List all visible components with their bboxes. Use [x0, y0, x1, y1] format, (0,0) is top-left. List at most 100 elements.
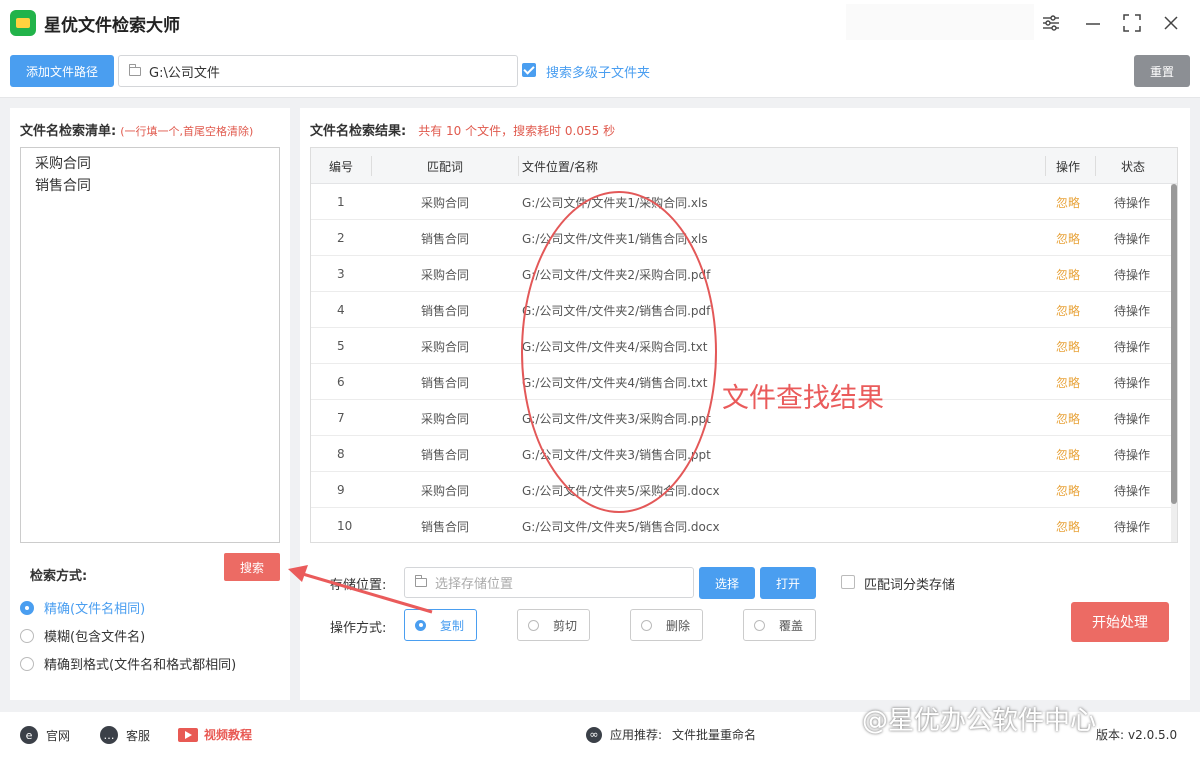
keyword-line: 销售合同: [35, 178, 91, 194]
subfolder-label[interactable]: 搜索多级子文件夹: [546, 62, 650, 81]
title-bar: 星优文件检索大师: [0, 0, 1200, 46]
row-id: 5: [337, 339, 345, 353]
watermark: @星优办公软件中心: [862, 706, 1097, 736]
row-keyword: 采购合同: [421, 411, 470, 426]
subfolder-checkbox[interactable]: [522, 63, 536, 77]
row-path: G:/公司文件/文件夹3/销售合同.ppt: [522, 447, 711, 462]
table-row[interactable]: 5 采购合同 G:/公司文件/文件夹4/采购合同.txt 忽略 待操作: [311, 328, 1177, 364]
search-button[interactable]: 搜索: [224, 553, 280, 581]
radio-icon: [20, 628, 34, 643]
row-status: 待操作: [1114, 339, 1151, 354]
video-icon: [178, 727, 198, 742]
column-header: 匹配词: [427, 159, 464, 174]
row-status: 待操作: [1114, 447, 1151, 462]
scrollbar-thumb[interactable]: [1171, 184, 1177, 504]
recommend-app-link[interactable]: 文件批量重命名: [672, 726, 756, 743]
row-status: 待操作: [1114, 267, 1151, 282]
open-storage-button[interactable]: 打开: [760, 567, 816, 599]
folder-icon: [129, 63, 141, 76]
results-summary: 共有 10 个文件，搜索耗时 0.055 秒: [418, 124, 616, 138]
reset-button[interactable]: 重置: [1134, 55, 1190, 87]
keyword-list-hint: (一行填一个,首尾空格清除): [120, 125, 254, 138]
row-ignore-action[interactable]: 忽略: [1056, 472, 1080, 508]
row-id: 10: [337, 519, 353, 533]
path-input[interactable]: G:\公司文件: [118, 55, 518, 87]
row-path: G:/公司文件/文件夹4/采购合同.txt: [522, 339, 708, 354]
operation-option-label: 删除: [666, 618, 691, 633]
add-path-button[interactable]: 添加文件路径: [10, 55, 114, 87]
link-icon: ∞: [586, 726, 602, 743]
row-path: G:/公司文件/文件夹1/采购合同.xls: [522, 195, 708, 210]
mode-option-fuzzy[interactable]: 模糊(包含文件名): [20, 626, 145, 645]
row-ignore-action[interactable]: 忽略: [1056, 184, 1080, 220]
row-status: 待操作: [1114, 483, 1151, 498]
row-keyword: 销售合同: [421, 375, 470, 390]
row-ignore-action[interactable]: 忽略: [1056, 436, 1080, 472]
row-ignore-action[interactable]: 忽略: [1056, 292, 1080, 328]
row-path: G:/公司文件/文件夹2/采购合同.pdf: [522, 267, 711, 282]
radio-icon: [20, 600, 34, 615]
row-ignore-action[interactable]: 忽略: [1056, 220, 1080, 256]
row-id: 1: [337, 195, 345, 209]
row-ignore-action[interactable]: 忽略: [1056, 328, 1080, 364]
table-row[interactable]: 8 销售合同 G:/公司文件/文件夹3/销售合同.ppt 忽略 待操作: [311, 436, 1177, 472]
sliders-icon[interactable]: [1040, 12, 1062, 34]
operation-overwrite[interactable]: 覆盖: [743, 609, 816, 641]
operation-delete[interactable]: 删除: [630, 609, 703, 641]
row-id: 9: [337, 483, 345, 497]
mode-option-label: 模糊(包含文件名): [44, 630, 146, 645]
row-keyword: 销售合同: [421, 231, 470, 246]
row-id: 2: [337, 231, 345, 245]
row-path: G:/公司文件/文件夹1/销售合同.xls: [522, 231, 708, 246]
path-value: G:\公司文件: [149, 65, 220, 81]
table-row[interactable]: 2 销售合同 G:/公司文件/文件夹1/销售合同.xls 忽略 待操作: [311, 220, 1177, 256]
website-link[interactable]: e 官网: [20, 726, 70, 744]
radio-icon: [754, 619, 765, 631]
table-row[interactable]: 9 采购合同 G:/公司文件/文件夹5/采购合同.docx 忽略 待操作: [311, 472, 1177, 508]
video-tutorial-link[interactable]: 视频教程: [178, 726, 252, 743]
row-ignore-action[interactable]: 忽略: [1056, 256, 1080, 292]
operation-cut[interactable]: 剪切: [517, 609, 590, 641]
radio-icon: [528, 619, 539, 631]
mode-option-label: 精确(文件名相同): [44, 602, 146, 617]
service-link[interactable]: … 客服: [100, 726, 150, 744]
row-keyword: 采购合同: [421, 483, 470, 498]
toolbar: 添加文件路径 G:\公司文件 搜索多级子文件夹 重置: [0, 46, 1200, 98]
annotation-arrow-icon: [288, 565, 433, 614]
title-bar-blank-area: [846, 4, 1034, 40]
annotation-text: 文件查找结果: [722, 383, 884, 414]
row-path: G:/公司文件/文件夹5/销售合同.docx: [522, 519, 720, 534]
close-icon[interactable]: [1160, 12, 1182, 34]
row-ignore-action[interactable]: 忽略: [1056, 508, 1080, 542]
table-row[interactable]: 10 销售合同 G:/公司文件/文件夹5/销售合同.docx 忽略 待操作: [311, 508, 1177, 542]
mode-option-exact-format[interactable]: 精确到格式(文件名和格式都相同): [20, 654, 236, 673]
row-keyword: 采购合同: [421, 195, 470, 210]
classify-checkbox[interactable]: [841, 575, 855, 589]
minimize-icon[interactable]: [1082, 12, 1104, 34]
row-ignore-action[interactable]: 忽略: [1056, 364, 1080, 400]
column-header: 操作: [1056, 159, 1081, 174]
row-path: G:/公司文件/文件夹2/销售合同.pdf: [522, 303, 711, 318]
row-ignore-action[interactable]: 忽略: [1056, 400, 1080, 436]
classify-label[interactable]: 匹配词分类存储: [864, 574, 955, 593]
row-status: 待操作: [1114, 519, 1151, 534]
column-header: 文件位置/名称: [522, 159, 599, 174]
row-path: G:/公司文件/文件夹5/采购合同.docx: [522, 483, 720, 498]
maximize-icon[interactable]: [1121, 12, 1143, 34]
table-row[interactable]: 1 采购合同 G:/公司文件/文件夹1/采购合同.xls 忽略 待操作: [311, 184, 1177, 220]
radio-icon: [641, 619, 652, 631]
table-row[interactable]: 4 销售合同 G:/公司文件/文件夹2/销售合同.pdf 忽略 待操作: [311, 292, 1177, 328]
recommend-area: ∞ 应用推荐: 文件批量重命名: [586, 726, 756, 743]
mode-option-exact[interactable]: 精确(文件名相同): [20, 598, 145, 617]
keyword-textarea[interactable]: 采购合同 销售合同: [20, 147, 280, 543]
start-process-button[interactable]: 开始处理: [1071, 602, 1169, 642]
table-scrollbar[interactable]: [1171, 184, 1177, 542]
row-path: G:/公司文件/文件夹3/采购合同.ppt: [522, 411, 711, 426]
row-keyword: 采购合同: [421, 339, 470, 354]
row-keyword: 销售合同: [421, 303, 470, 318]
storage-path-input[interactable]: 选择存储位置: [404, 567, 694, 598]
choose-storage-button[interactable]: 选择: [699, 567, 755, 599]
table-row[interactable]: 3 采购合同 G:/公司文件/文件夹2/采购合同.pdf 忽略 待操作: [311, 256, 1177, 292]
row-id: 7: [337, 411, 345, 425]
version-value: v2.0.5.0: [1128, 727, 1178, 742]
